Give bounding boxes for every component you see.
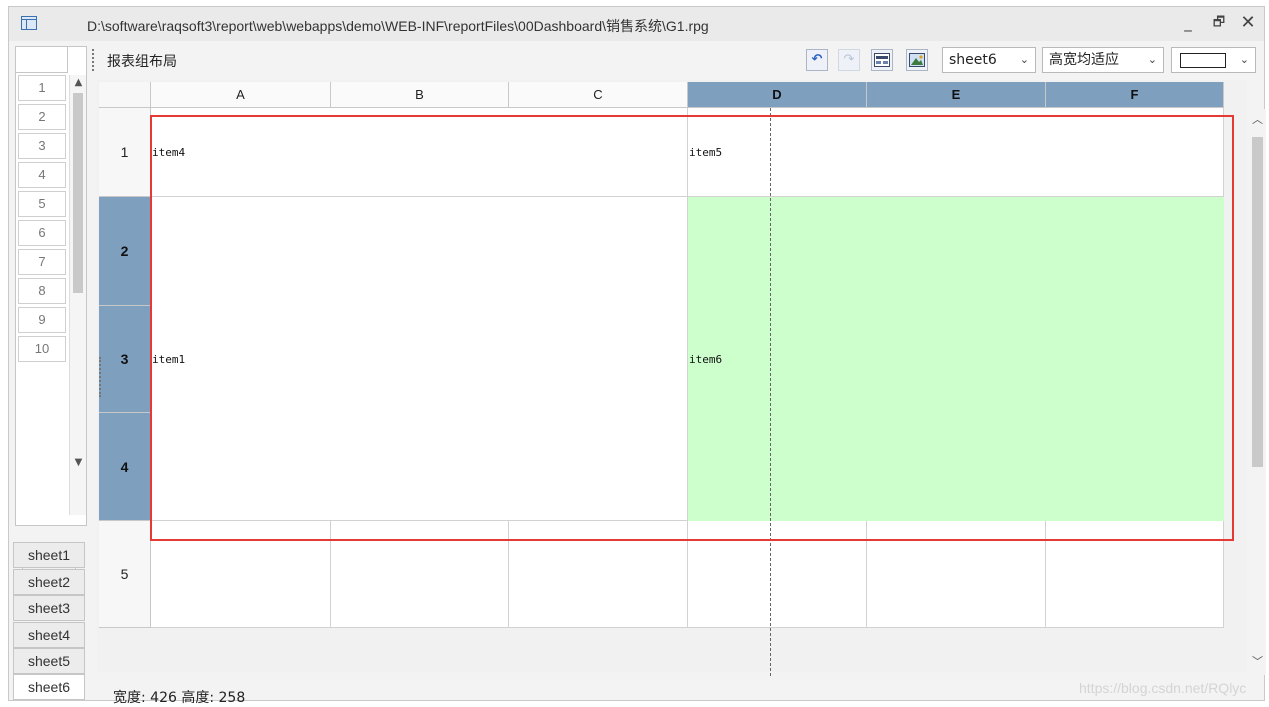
grid-layout-icon[interactable] [871,49,893,71]
column-header-f[interactable]: F [1046,82,1224,108]
row-list-item[interactable]: 9 [18,307,66,333]
table-layout-icon [21,16,37,30]
row-list-panel: 1 2 3 4 5 6 7 8 9 10 ▲ ▼ [15,46,87,575]
row-list-item[interactable]: 5 [18,191,66,217]
cell-a2-merged[interactable]: item1 [151,197,688,521]
row-list-item[interactable]: 2 [18,104,66,130]
title-bar: D:\software\raqsoft3\report\web\webapps\… [9,7,1264,41]
scroll-down-icon[interactable]: ﹀ [1249,653,1266,671]
row-list-header [16,47,68,73]
cell-d5[interactable] [688,521,867,628]
splitter-grip[interactable] [99,357,104,397]
column-header-d[interactable]: D [688,82,867,108]
cell-d2-text: item6 [689,353,723,366]
cell-c5[interactable] [509,521,688,628]
chevron-down-icon: ⌄ [1239,53,1249,66]
column-header-c[interactable]: C [509,82,688,108]
scrollbar-thumb[interactable] [1252,137,1263,467]
grid-corner[interactable] [99,82,151,108]
row-header-2[interactable]: 2 [99,197,151,306]
page-break-line [770,108,771,676]
tab-sheet2[interactable]: sheet2 [13,569,85,595]
cell-a5[interactable] [151,521,331,628]
watermark: https://blog.csdn.net/RQlyc [1079,680,1247,696]
column-header-a[interactable]: A [151,82,331,108]
cell-f5[interactable] [1046,521,1224,628]
row-header-1[interactable]: 1 [99,108,151,197]
row-header-4[interactable]: 4 [99,413,151,521]
tab-sheet6[interactable]: sheet6 [13,674,85,700]
minimize-button[interactable]: _ [1177,13,1199,33]
status-bar: 宽度: 426 高度: 258 [113,690,246,706]
row-list-scrollbar[interactable]: ▲ ▼ [69,75,86,515]
scroll-up-icon[interactable]: ▲ [70,75,87,91]
row-list-item[interactable]: 3 [18,133,66,159]
color-select[interactable]: ⌄ [1171,47,1256,73]
chevron-down-icon: ⌄ [1019,53,1029,66]
tab-sheet3[interactable]: sheet3 [13,595,85,621]
fit-mode-value: 高宽均适应 [1049,52,1119,68]
row-list-item[interactable]: 10 [18,336,66,362]
sheet-select-value: sheet6 [949,52,997,68]
image-icon[interactable] [906,49,928,71]
cell-a1-merged[interactable]: item4 [151,108,688,197]
row-list-item[interactable]: 8 [18,278,66,304]
cell-e5[interactable] [867,521,1046,628]
scrollbar-thumb[interactable] [73,93,83,293]
tab-sheet5[interactable]: sheet5 [13,648,85,674]
tab-sheet1[interactable]: sheet1 [13,542,85,568]
column-header-e[interactable]: E [867,82,1046,108]
row-list-item[interactable]: 4 [18,162,66,188]
row-header-5[interactable]: 5 [99,521,151,628]
toolbar-grip[interactable] [92,49,98,71]
cell-a2-text: item1 [152,353,186,366]
cell-d2-merged[interactable]: item6 [688,197,1224,521]
row-list-item[interactable]: 6 [18,220,66,246]
row-list-item[interactable]: 7 [18,249,66,275]
grid-scrollbar[interactable]: ︿ ﹀ [1249,109,1266,675]
chevron-down-icon: ⌄ [1147,53,1157,66]
layout-grid: A B C D E F 1 2 3 4 5 item4 item5 item1 … [97,80,1247,676]
cell-b5[interactable] [331,521,509,628]
close-button[interactable]: ✕ [1237,13,1259,33]
scroll-up-icon[interactable]: ︿ [1249,111,1266,129]
row-list-item[interactable]: 1 [18,75,66,101]
color-swatch [1180,53,1226,68]
window-title: D:\software\raqsoft3\report\web\webapps\… [87,18,709,34]
undo-icon[interactable]: ↶ [806,49,828,71]
sheet-select[interactable]: sheet6 ⌄ [942,47,1036,73]
redo-icon[interactable]: ↷ [838,49,860,71]
layout-title: 报表组布局 [107,54,177,70]
cell-d1-merged[interactable]: item5 [688,108,1224,197]
designer-window: D:\software\raqsoft3\report\web\webapps\… [8,6,1266,706]
scroll-down-icon[interactable]: ▼ [70,455,87,471]
fit-mode-select[interactable]: 高宽均适应 ⌄ [1042,47,1164,73]
restore-button[interactable]: 🗗 [1208,13,1230,33]
cell-d1-text: item5 [689,146,723,159]
row-header-3[interactable]: 3 [99,306,151,413]
cell-a1-text: item4 [152,146,186,159]
tab-sheet4[interactable]: sheet4 [13,622,85,648]
column-header-b[interactable]: B [331,82,509,108]
